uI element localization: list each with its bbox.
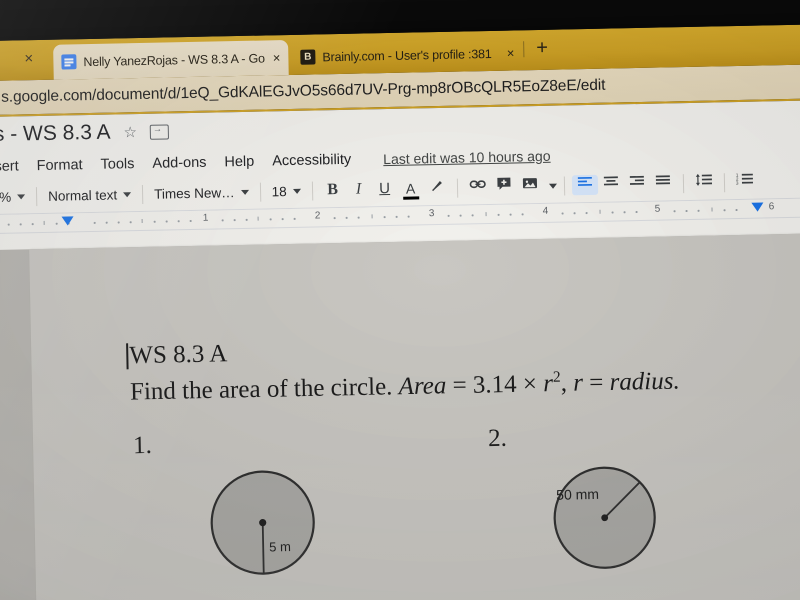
page-title[interactable]: s - WS 8.3 A bbox=[0, 121, 111, 147]
photo-of-screen: × Nelly YanezRojas - WS 8.3 A - Go × B B… bbox=[0, 0, 800, 600]
toolbar-divider bbox=[682, 173, 684, 193]
problem-number-2: 2. bbox=[487, 424, 508, 453]
chevron-down-icon bbox=[17, 193, 26, 199]
menu-item-format[interactable]: Format bbox=[37, 157, 83, 174]
add-comment-icon[interactable] bbox=[490, 175, 516, 198]
browser-window: × Nelly YanezRojas - WS 8.3 A - Go × B B… bbox=[0, 23, 800, 600]
circle-figure-2: 50 mm bbox=[523, 434, 686, 597]
right-indent-marker[interactable] bbox=[751, 202, 764, 212]
text-cursor bbox=[126, 343, 129, 370]
numbered-list-icon[interactable]: 1 2 3 bbox=[731, 172, 757, 193]
left-indent-marker[interactable] bbox=[61, 216, 74, 226]
radius-label-1: 5 m bbox=[269, 539, 292, 555]
menu-item-insert[interactable]: sert bbox=[0, 158, 19, 174]
radius-label-2: 50 mm bbox=[556, 485, 600, 503]
paragraph-style-dropdown[interactable]: Normal text bbox=[44, 187, 135, 204]
align-left-button[interactable] bbox=[571, 174, 598, 196]
browser-tab-title: Nelly YanezRojas - WS 8.3 A - Go bbox=[83, 50, 265, 69]
star-icon[interactable]: ☆ bbox=[123, 124, 137, 141]
align-right-button[interactable] bbox=[623, 174, 649, 195]
circle-figure-1: 5 m bbox=[181, 441, 344, 600]
align-center-button[interactable] bbox=[597, 174, 623, 195]
text-color-button[interactable]: A bbox=[397, 178, 423, 199]
ruler-number: 2 bbox=[314, 210, 321, 222]
document-canvas: WS 8.3 A Find the area of the circle. Ar… bbox=[0, 232, 800, 600]
last-edit-status[interactable]: Last edit was 10 hours ago bbox=[383, 147, 551, 166]
chevron-down-icon[interactable] bbox=[548, 183, 557, 189]
close-icon[interactable]: × bbox=[273, 50, 281, 65]
italic-button[interactable]: I bbox=[345, 179, 371, 200]
new-tab-button[interactable]: + bbox=[536, 37, 548, 59]
browser-tab-brainly[interactable]: B Brainly.com - User's profile :381 × bbox=[292, 35, 523, 75]
menu-item-accessibility[interactable]: Accessibility bbox=[272, 151, 351, 169]
close-icon[interactable]: × bbox=[507, 45, 515, 60]
insert-image-icon[interactable] bbox=[516, 176, 542, 197]
font-size-dropdown[interactable]: 18 bbox=[267, 183, 304, 199]
toolbar-divider bbox=[723, 172, 725, 192]
document-body[interactable]: WS 8.3 A Find the area of the circle. Ar… bbox=[126, 329, 790, 407]
toolbar-divider bbox=[311, 181, 313, 201]
ruler-number: 3 bbox=[428, 208, 435, 220]
menu-item-add-ons[interactable]: Add-ons bbox=[152, 154, 206, 171]
toolbar-divider bbox=[259, 182, 261, 202]
font-size-value: 18 bbox=[271, 183, 287, 199]
ruler-number: 5 bbox=[654, 203, 661, 215]
ruler-number: 4 bbox=[542, 205, 549, 217]
zoom-dropdown[interactable]: % bbox=[0, 189, 29, 205]
chevron-down-icon bbox=[292, 188, 301, 194]
toolbar-divider bbox=[35, 186, 38, 206]
svg-text:3: 3 bbox=[736, 181, 739, 186]
menu-item-tools[interactable]: Tools bbox=[100, 156, 134, 173]
bold-button[interactable]: B bbox=[319, 180, 345, 201]
chevron-down-icon bbox=[123, 191, 132, 197]
underline-button[interactable]: U bbox=[371, 179, 397, 200]
align-justify-button[interactable] bbox=[649, 173, 675, 194]
brainly-icon: B bbox=[300, 49, 316, 65]
problem-number-1: 1. bbox=[132, 431, 153, 460]
toolbar-divider bbox=[141, 184, 144, 204]
browser-tab-docs[interactable]: Nelly YanezRojas - WS 8.3 A - Go × bbox=[53, 40, 289, 80]
browser-tab-title: Brainly.com - User's profile :381 bbox=[322, 46, 492, 64]
zoom-value: % bbox=[0, 189, 12, 205]
document-instruction: Find the area of the circle. Area = 3.14… bbox=[129, 367, 680, 406]
left-partial-tab-close-icon[interactable]: × bbox=[24, 50, 33, 68]
insert-link-icon[interactable] bbox=[464, 176, 490, 199]
document-heading: WS 8.3 A bbox=[126, 329, 789, 370]
paragraph-style-value: Normal text bbox=[47, 186, 118, 204]
line-spacing-icon[interactable] bbox=[690, 172, 716, 193]
tab-divider bbox=[523, 41, 525, 58]
toolbar-divider bbox=[456, 178, 458, 198]
ruler-number: 6 bbox=[768, 201, 775, 213]
menu-item-help[interactable]: Help bbox=[224, 153, 254, 170]
font-family-dropdown[interactable]: Times New… bbox=[150, 184, 253, 201]
move-to-folder-icon[interactable] bbox=[149, 123, 170, 140]
ruler-number: 1 bbox=[202, 212, 209, 224]
highlight-color-icon[interactable] bbox=[423, 177, 449, 200]
document-page[interactable]: WS 8.3 A Find the area of the circle. Ar… bbox=[29, 232, 800, 600]
google-docs-app: s - WS 8.3 A ☆ sert Format Tools Add-ons… bbox=[0, 99, 800, 600]
font-family-value: Times New… bbox=[153, 184, 235, 202]
url-text: s.google.com/document/d/1eQ_GdKAlEGJvO5s… bbox=[0, 76, 606, 106]
toolbar-divider bbox=[563, 175, 565, 196]
chevron-down-icon bbox=[240, 189, 249, 195]
google-docs-icon bbox=[61, 54, 77, 70]
